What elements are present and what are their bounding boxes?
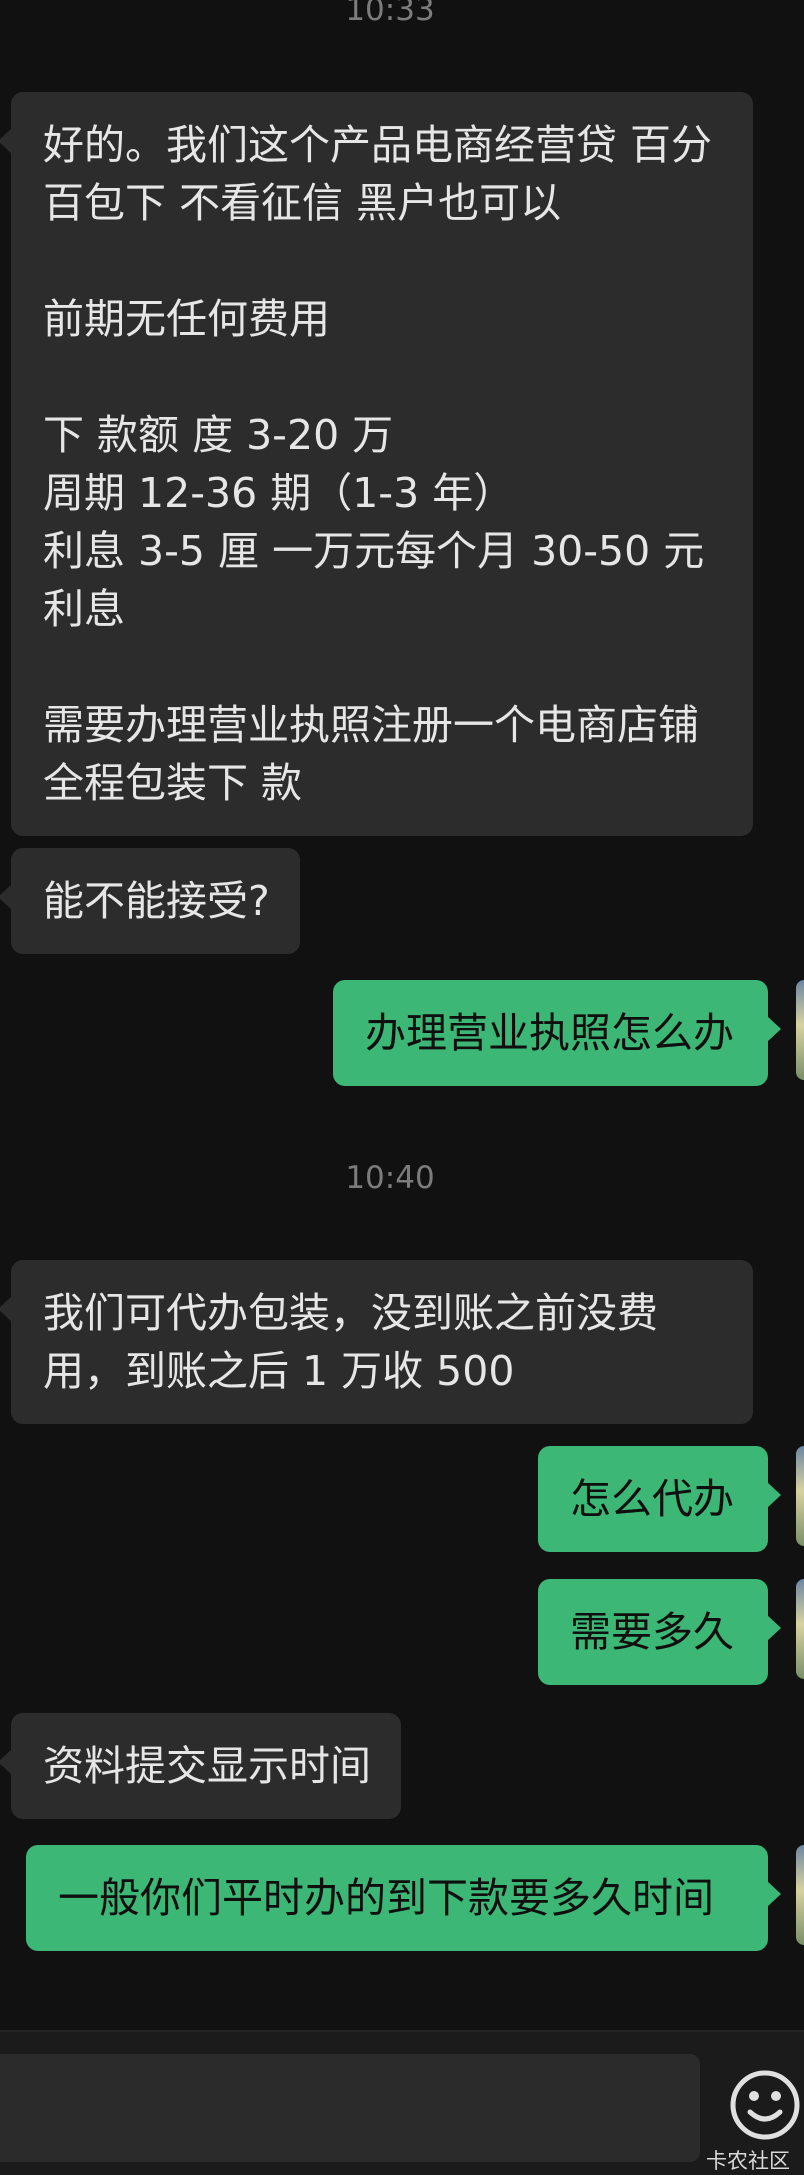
- smiley-face-icon[interactable]: [728, 2068, 802, 2142]
- watermark: 卡农社区: [706, 2149, 790, 2173]
- outgoing-message[interactable]: 怎么代办: [538, 1446, 781, 1552]
- chat-input-bar: 卡农社区: [0, 2030, 804, 2175]
- my-avatar[interactable]: [796, 980, 804, 1080]
- incoming-message[interactable]: 我们可代办包装，没到账之前没费用，到账之后 1 万收 500: [0, 1260, 753, 1424]
- incoming-message[interactable]: 好的。我们这个产品电商经营贷 百分百包下 不看征信 黑户也可以 前期无任何费用 …: [0, 92, 753, 836]
- message-input[interactable]: [0, 2054, 700, 2162]
- my-avatar[interactable]: [796, 1845, 804, 1945]
- incoming-message[interactable]: 能不能接受?: [0, 848, 300, 954]
- timestamp: 10:33: [345, 0, 435, 28]
- timestamp: 10:40: [345, 1160, 435, 1196]
- outgoing-message[interactable]: 办理营业执照怎么办: [333, 980, 781, 1086]
- outgoing-message[interactable]: 需要多久: [538, 1579, 781, 1685]
- my-avatar[interactable]: [796, 1446, 804, 1546]
- incoming-message[interactable]: 资料提交显示时间: [0, 1713, 401, 1819]
- outgoing-message[interactable]: 一般你们平时办的到下款要多久时间: [26, 1845, 781, 1951]
- my-avatar[interactable]: [796, 1579, 804, 1679]
